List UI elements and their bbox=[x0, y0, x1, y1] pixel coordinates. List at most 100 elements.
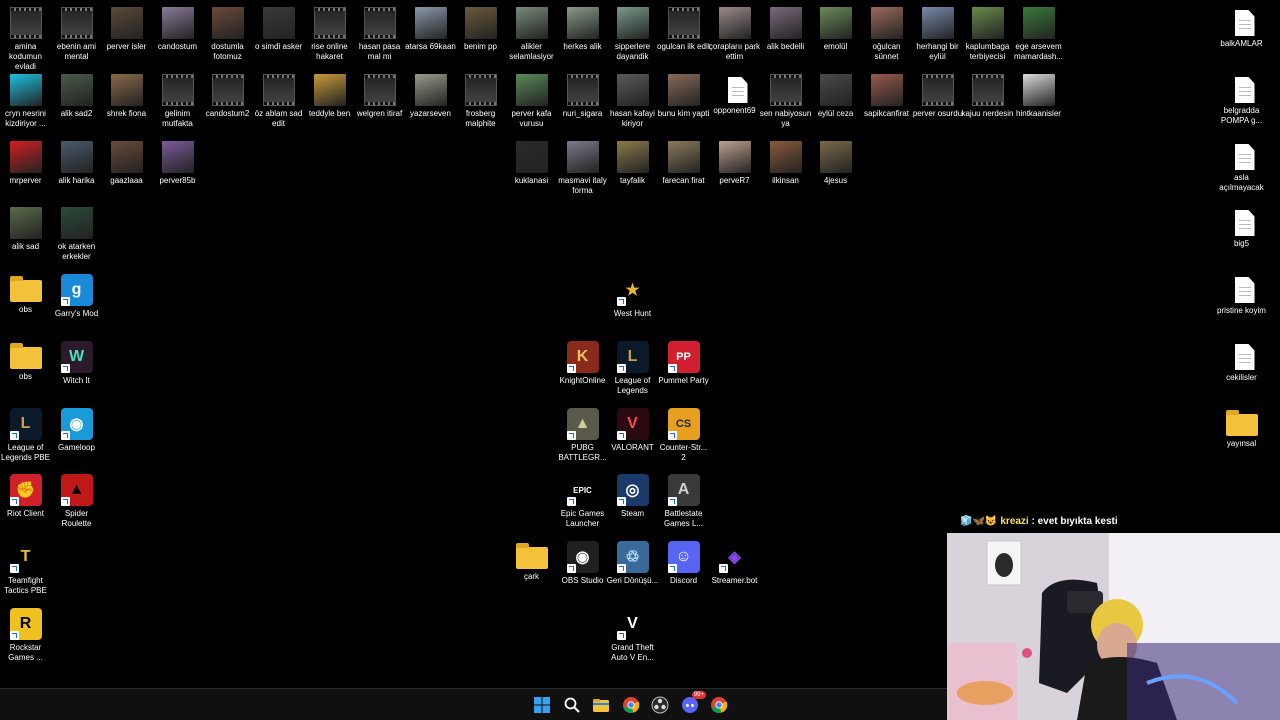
desktop-icon-league-of-legends-pbe[interactable]: L League of Legends PBE bbox=[0, 406, 51, 472]
desktop-icon-balkamlar[interactable]: balkAMLAR bbox=[1216, 5, 1267, 71]
desktop-icon-perver85b[interactable]: perver85b bbox=[152, 139, 203, 205]
chrome-2-button[interactable] bbox=[709, 695, 729, 715]
desktop-icon-perver-osurdu[interactable]: perver osurdu bbox=[912, 72, 963, 138]
desktop-icon-kuklanasi[interactable]: kuklanasi bbox=[506, 139, 557, 205]
shortcut-arrow-icon bbox=[616, 364, 626, 373]
desktop-icon-gelinim-mutfakta[interactable]: gelinim mutfakta bbox=[152, 72, 203, 138]
desktop-icon-belgradda-pompa-g[interactable]: belgradda POMPA g... bbox=[1216, 72, 1267, 138]
desktop-icon-ark[interactable]: çark bbox=[506, 539, 557, 605]
desktop-icon-perver-kafa-vurusu[interactable]: perver kafa vurusu bbox=[506, 72, 557, 138]
desktop-icon-atarsa-69kaan[interactable]: atarsa 69kaan bbox=[405, 5, 456, 71]
desktop-icon-welgren-itiraf[interactable]: welgren itiraf bbox=[354, 72, 405, 138]
desktop-icon-opponent69[interactable]: opponent69 bbox=[709, 72, 760, 138]
obs-taskbar-button[interactable] bbox=[650, 695, 670, 715]
desktop-icon-league-of-legends[interactable]: L League of Legends bbox=[607, 339, 658, 405]
desktop-icon-valorant[interactable]: V VALORANT bbox=[607, 406, 658, 472]
desktop-icon-herhangi-bir-eyl-l[interactable]: herhangi bir eylül bbox=[912, 5, 963, 71]
desktop-icon-farecan-firat[interactable]: farecan firat bbox=[658, 139, 709, 205]
desktop-icon-counter-str-2[interactable]: CS Counter-Str... 2 bbox=[658, 406, 709, 472]
desktop-icon-ilkinsan[interactable]: ilkinsan bbox=[760, 139, 811, 205]
desktop-icon-pubg-battlegr[interactable]: ▲ PUBG BATTLEGR... bbox=[557, 406, 608, 472]
desktop-icon-discord[interactable]: ☺ Discord bbox=[658, 539, 709, 605]
desktop-icon-sapikcanfirat[interactable]: sapikcanfirat bbox=[861, 72, 912, 138]
desktop-icon-masmavi-italy-forma[interactable]: masmavi italy forma bbox=[557, 139, 608, 205]
desktop-icon-epic-games-launcher[interactable]: EPIC Epic Games Launcher bbox=[557, 472, 608, 538]
desktop-icon-gameloop[interactable]: ◉ Gameloop bbox=[51, 406, 102, 472]
desktop-icon-obs-studio[interactable]: ◉ OBS Studio bbox=[557, 539, 608, 605]
desktop-icon-yazarseven[interactable]: yazarseven bbox=[405, 72, 456, 138]
desktop-icon-alikler-selamlasiyor[interactable]: alikler selamlasiyor bbox=[506, 5, 557, 71]
desktop-icon-alik-sad2[interactable]: alik sad2 bbox=[51, 72, 102, 138]
desktop-icon-perver7[interactable]: perveR7 bbox=[709, 139, 760, 205]
desktop-icon-amina-kodumun-evladi[interactable]: amina kodumun evladi bbox=[0, 5, 51, 71]
desktop-icon-knightonline[interactable]: K KnightOnline bbox=[557, 339, 608, 405]
desktop-icon-riot-client[interactable]: ✊ Riot Client bbox=[0, 472, 51, 538]
desktop-icon-spider-roulette[interactable]: ▲ Spider Roulette bbox=[51, 472, 102, 538]
desktop-icon-o-simdi-asker[interactable]: o simdi asker bbox=[253, 5, 304, 71]
desktop-icon-geri-d-n[interactable]: ♲ Geri Dönüşü... bbox=[607, 539, 658, 605]
desktop-icon-ok-atarken-erkekler[interactable]: ok atarken erkekler bbox=[51, 205, 102, 271]
desktop-icon-hasan-kafayi-kiriyor[interactable]: hasan kafayi kiriyor bbox=[607, 72, 658, 138]
desktop-icon-gaazlaaa[interactable]: gaazlaaa bbox=[101, 139, 152, 205]
desktop-icon-herkes-alik[interactable]: herkes alik bbox=[557, 5, 608, 71]
desktop-icon-asla-a-lmayacak[interactable]: asla açılmayacak bbox=[1216, 139, 1267, 205]
desktop-icon-eyl-l-ceza[interactable]: eylül ceza bbox=[810, 72, 861, 138]
desktop-icon-4jesus[interactable]: 4jesus bbox=[810, 139, 861, 205]
desktop-icon-yay-nsal[interactable]: yayınsal bbox=[1216, 406, 1267, 472]
desktop-icon-bunu-kim-yapti[interactable]: bunu kim yapti bbox=[658, 72, 709, 138]
desktop-icon-mrperver[interactable]: mrperver bbox=[0, 139, 51, 205]
chrome-button[interactable] bbox=[621, 695, 641, 715]
discord-taskbar-button[interactable]: 99+ bbox=[680, 691, 706, 715]
desktop-icon-dostumla-fotomuz[interactable]: dostumla fotomuz bbox=[202, 5, 253, 71]
desktop-icon-tayfalik[interactable]: tayfalik bbox=[607, 139, 658, 205]
desktop-icon-battlestate-games-l[interactable]: A Battlestate Games L... bbox=[658, 472, 709, 538]
desktop-icon-nuri-sigara[interactable]: nuri_sigara bbox=[557, 72, 608, 138]
desktop-icon-ege-arsevem-mamardash[interactable]: ege arsevem mamardash... bbox=[1013, 5, 1064, 71]
desktop-icon-west-hunt[interactable]: ★ West Hunt bbox=[607, 272, 658, 338]
desktop-icon-witch-it[interactable]: W Witch It bbox=[51, 339, 102, 405]
desktop-icon-ogulcan-ilk-edit[interactable]: ogulcan ilk edit bbox=[657, 5, 710, 71]
desktop-icon-emol-l[interactable]: emolül bbox=[810, 5, 861, 71]
desktop-icon-label: yazarseven bbox=[410, 109, 451, 118]
desktop-icon-perver-isler[interactable]: perver isler bbox=[101, 5, 152, 71]
start-button[interactable] bbox=[532, 695, 552, 715]
image-thumbnail-icon bbox=[1022, 74, 1055, 106]
desktop-icon-ebenin-ami-mental[interactable]: ebenin ami mental bbox=[51, 5, 102, 71]
desktop-icon-sipperlere-dayandik[interactable]: sipperlere dayandik bbox=[607, 5, 658, 71]
desktop-icon-candostum[interactable]: candostum bbox=[152, 5, 203, 71]
desktop-icon-alik-bedelli[interactable]: alik bedelli bbox=[760, 5, 811, 71]
desktop-icon-z-ablam-sad-edit[interactable]: öz ablam sad edit bbox=[253, 72, 304, 138]
desktop-icon-teamfight-tactics-pbe[interactable]: T Teamfight Tactics PBE bbox=[0, 539, 51, 605]
desktop-icon-pummel-party[interactable]: PP Pummel Party bbox=[658, 339, 709, 405]
desktop-icon-alik-harika[interactable]: alik harika bbox=[51, 139, 102, 205]
desktop-icon-frosberg-malphite[interactable]: frosberg malphite bbox=[455, 72, 506, 138]
desktop-icon-rockstar-games[interactable]: R Rockstar Games ... bbox=[0, 606, 51, 672]
search-button[interactable] bbox=[562, 695, 582, 715]
desktop-icon-alik-sad[interactable]: alik sad bbox=[0, 205, 51, 271]
desktop-icon-oraplar-park-ettim[interactable]: çoraplarıı park ettim bbox=[709, 5, 760, 71]
desktop-icon-shrek-fiona[interactable]: shrek fiona bbox=[101, 72, 152, 138]
desktop-icon-big5[interactable]: big5 bbox=[1216, 205, 1267, 271]
desktop-icon-rise-online-hakaret[interactable]: rise online hakaret bbox=[304, 5, 355, 71]
desktop-icon-pristine-koyim[interactable]: pristine koyim bbox=[1216, 272, 1267, 338]
desktop-icon-benim-pp[interactable]: benim pp bbox=[455, 5, 506, 71]
desktop-icon-teddyle-ben[interactable]: teddyle ben bbox=[304, 72, 355, 138]
desktop-icon-label: Discord bbox=[669, 576, 698, 585]
desktop-icon-hintkaanisler[interactable]: hintkaanisler bbox=[1013, 72, 1064, 138]
desktop-icon-cekilisler[interactable]: cekilisler bbox=[1216, 339, 1267, 405]
desktop-icon-kajuu-nerdesin[interactable]: kajuu nerdesin bbox=[961, 72, 1014, 138]
desktop-icon-kaplumbaga-terbiyecisi[interactable]: kaplumbaga terbiyecisi bbox=[962, 5, 1013, 71]
desktop-icon-candostum2[interactable]: candostum2 bbox=[202, 72, 253, 138]
desktop-icon-grand-theft-auto-v-en[interactable]: V Grand Theft Auto V En... bbox=[607, 606, 658, 672]
desktop-icon-o-ulcan-s-nnet[interactable]: oğulcan sünnet bbox=[861, 5, 912, 71]
file-explorer-button[interactable] bbox=[591, 695, 611, 715]
desktop-icon-obs[interactable]: obs bbox=[0, 272, 51, 338]
desktop-icon-hasan-pasa-mal-mi[interactable]: hasan pasa mal mi bbox=[354, 5, 405, 71]
desktop-icon-sen-nabiyosun-ya[interactable]: sen nabiyosun ya bbox=[760, 72, 811, 138]
desktop-icon-steam[interactable]: ◎ Steam bbox=[607, 472, 658, 538]
desktop-icon-label: Witch It bbox=[63, 376, 90, 385]
desktop-icon-streamer-bot[interactable]: ◈ Streamer.bot bbox=[709, 539, 760, 605]
desktop-icon-garry-s-mod[interactable]: g Garry's Mod bbox=[51, 272, 102, 338]
desktop-icon-obs[interactable]: obs bbox=[0, 339, 51, 405]
desktop-icon-cryn-nesrini-kizdiriyor[interactable]: cryn nesrini kizdiriyor ... bbox=[0, 72, 51, 138]
